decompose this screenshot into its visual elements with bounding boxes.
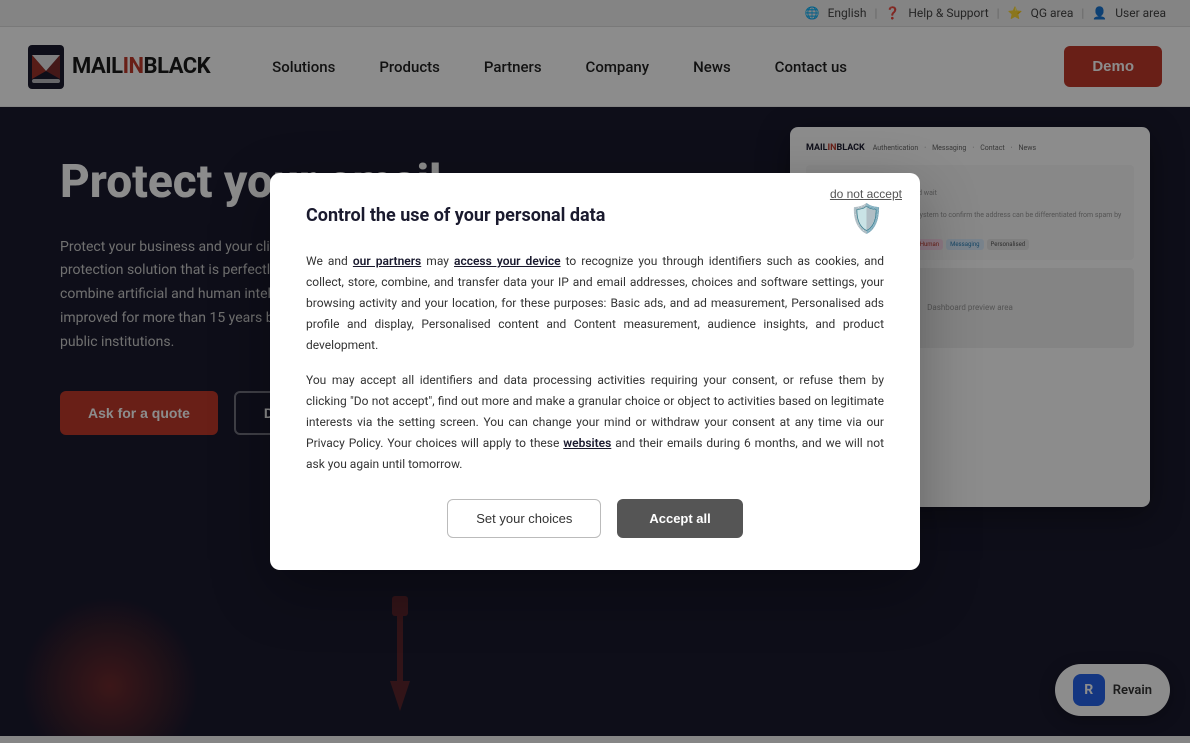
set-choices-button[interactable]: Set your choices [447, 499, 601, 538]
websites-link[interactable]: websites [563, 436, 611, 450]
access-device-link[interactable]: access your device [454, 254, 561, 268]
modal-buttons: Set your choices Accept all [306, 499, 884, 538]
modal-title: Control the use of your personal data [306, 205, 605, 226]
modal-overlay[interactable]: Control the use of your personal data 🛡️… [0, 0, 1190, 743]
modal-para1: We and our partners may access your devi… [306, 251, 884, 356]
modal-body: We and our partners may access your devi… [306, 251, 884, 475]
modal-para2: You may accept all identifiers and data … [306, 370, 884, 475]
accept-all-button[interactable]: Accept all [617, 499, 742, 538]
consent-modal: Control the use of your personal data 🛡️… [270, 173, 920, 570]
our-partners-link[interactable]: our partners [353, 254, 421, 268]
do-not-accept-button[interactable]: do not accept [830, 187, 902, 201]
shield-modal-icon: 🛡️ [849, 205, 884, 233]
modal-top: Control the use of your personal data 🛡️ [306, 205, 884, 233]
